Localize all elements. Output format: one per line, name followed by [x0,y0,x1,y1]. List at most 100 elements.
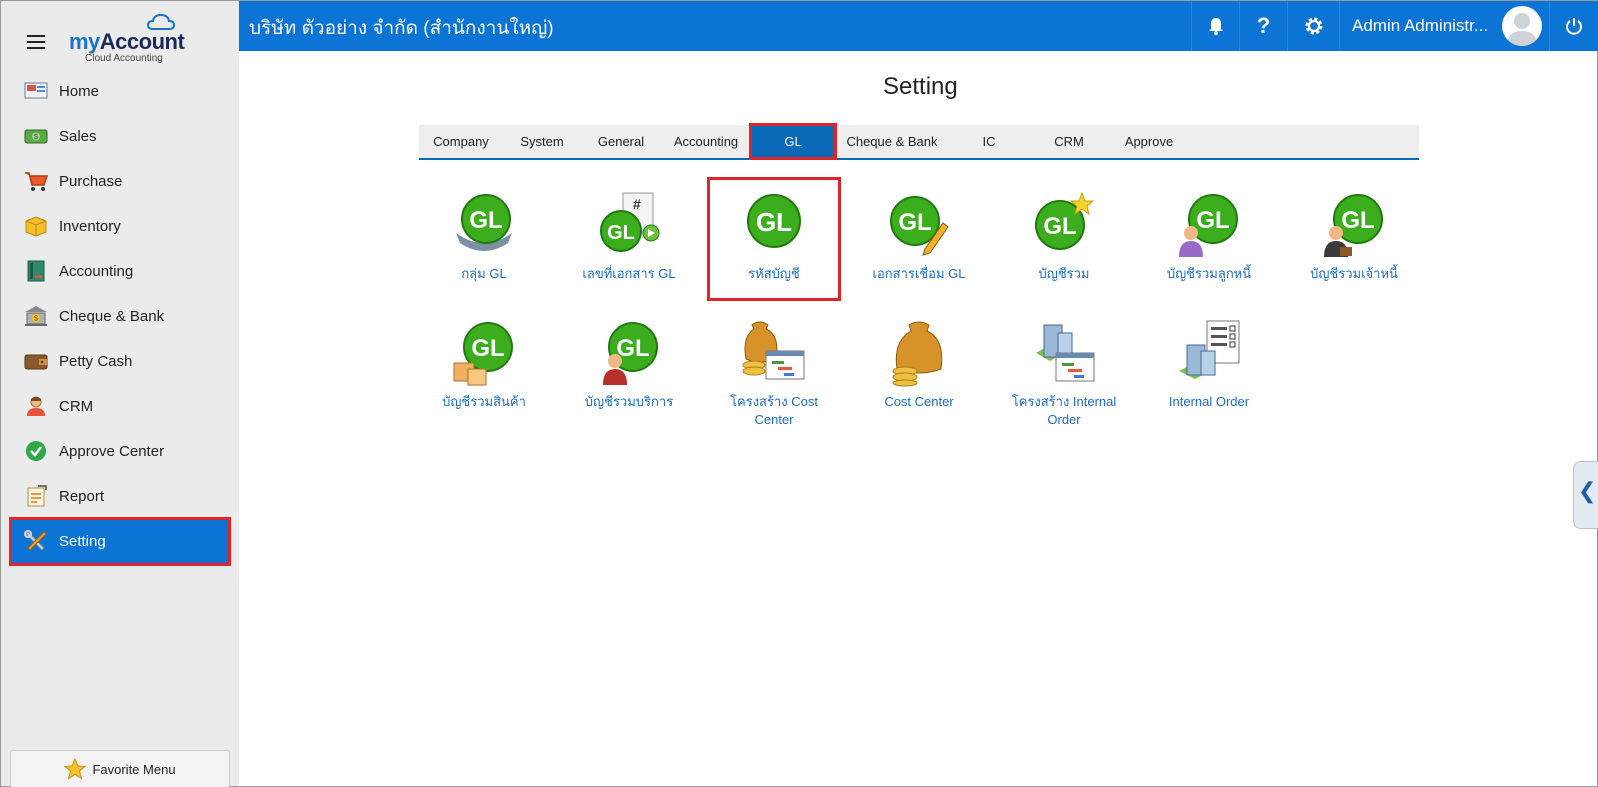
sidebar-item-crm[interactable]: CRM [1,384,239,429]
tile-internal-order-structure[interactable]: โครงสร้าง Internal Order [999,307,1129,429]
help-button[interactable]: ? [1239,1,1287,51]
svg-text:GL: GL [1196,207,1229,234]
sidebar-nav: Home $ Sales Purchase Inventory Accounti… [1,69,239,566]
myaccount-logo[interactable]: myAccount Cloud Accounting [69,13,189,65]
sidebar-item-label: Report [59,488,105,505]
user-name: Admin Administr... [1352,16,1489,35]
cart-icon [25,172,48,191]
logout-button[interactable] [1549,1,1598,51]
svg-text:GL: GL [616,335,649,362]
gl-group-icon: GL [450,191,518,259]
tile-internal-order[interactable]: Internal Order [1144,307,1274,411]
question-mark-icon: ? [1256,13,1271,38]
sidebar-item-approve-center[interactable]: Approve Center [1,429,239,474]
sidebar-item-home[interactable]: Home [1,69,239,114]
cost-center-structure-icon [740,319,808,387]
tile-label: กลุ่ม GL [461,266,507,281]
tile-gl-group[interactable]: GL กลุ่ม GL [419,179,549,283]
gl-control-account-icon: GL [1030,191,1098,259]
sidebar-item-report[interactable]: Report [1,474,239,519]
report-icon [27,485,47,507]
svg-text:$: $ [34,316,38,323]
gl-account-code-icon: GL [740,191,808,259]
gl-link-document-icon: GL [885,191,953,259]
sidebar-item-sales[interactable]: $ Sales [1,114,239,159]
sidebar-item-setting[interactable]: Setting [9,517,231,566]
brand-area: myAccount Cloud Accounting [1,1,239,71]
svg-text:GL: GL [1043,213,1076,240]
sidebar-item-petty-cash[interactable]: Petty Cash [1,339,239,384]
tab-cheque-bank[interactable]: Cheque & Bank [835,125,949,158]
tile-gl-document-number[interactable]: # GL เลขที่เอกสาร GL [564,179,694,283]
tile-cost-center[interactable]: Cost Center [854,307,984,411]
svg-text:GL: GL [756,207,792,237]
sidebar-item-purchase[interactable]: Purchase [1,159,239,204]
check-circle-icon [26,441,46,461]
svg-text:GL: GL [1341,207,1374,234]
tab-approve[interactable]: Approve [1109,125,1189,158]
tile-label: Cost Center [884,394,954,409]
favorite-menu-button[interactable]: Favorite Menu [10,750,230,787]
top-header: บริษัท ตัวอย่าง จำกัด (สำนักงานใหญ่) ? A… [239,1,1598,51]
people-icon [27,396,45,416]
sidebar-item-label: Setting [59,533,106,550]
sidebar-item-label: Purchase [59,173,123,190]
gl-document-number-icon: # GL [595,191,663,259]
tile-gl-account-code[interactable]: GL รหัสบัญชี [707,177,841,301]
tile-cost-center-structure[interactable]: โครงสร้าง Cost Center [709,307,839,429]
tab-accounting[interactable]: Accounting [661,125,751,158]
sales-icon: $ [24,129,48,144]
gl-inventory-account-icon: GL [450,319,518,387]
star-icon [64,758,87,780]
gl-debtor-account-icon: GL [1175,191,1243,259]
favorite-menu-label: Favorite Menu [92,761,176,777]
tile-gl-link-document[interactable]: GL เอกสารเชื่อม GL [854,179,984,283]
tile-label: บัญชีรวมบริการ [584,394,674,409]
tab-company[interactable]: Company [419,125,503,158]
tile-gl-service-account[interactable]: GL บัญชีรวมบริการ [564,307,694,411]
sidebar-item-label: Accounting [59,263,134,280]
gear-icon [1305,17,1322,35]
cost-center-icon [885,319,953,387]
tab-crm[interactable]: CRM [1029,125,1109,158]
tab-general[interactable]: General [581,125,661,158]
avatar[interactable] [1502,6,1542,46]
sidebar-item-label: Home [59,83,100,100]
sidebar-item-inventory[interactable]: Inventory [1,204,239,249]
tile-gl-creditor-account[interactable]: GL บัญชีรวมเจ้าหนี้ [1289,179,1419,283]
tile-gl-debtor-account[interactable]: GL บัญชีรวมลูกหนี้ [1144,179,1274,283]
chevron-left-icon: ❮ [1578,478,1597,503]
settings-button[interactable] [1287,1,1339,51]
sidebar-item-label: Approve Center [59,443,165,460]
collapse-panel-button[interactable]: ❮ [1573,461,1598,529]
sidebar-item-label: Inventory [59,218,121,235]
box-icon [25,216,47,237]
sidebar-item-accounting[interactable]: Accounting [1,249,239,294]
notification-button[interactable] [1191,1,1239,51]
tile-label: บัญชีรวมสินค้า [442,394,526,409]
book-icon [27,260,45,282]
tile-label: รหัสบัญชี [748,266,800,281]
tile-label: บัญชีรวมเจ้าหนี้ [1310,266,1398,281]
tile-gl-inventory-account[interactable]: GL บัญชีรวมสินค้า [419,307,549,411]
tab-gl[interactable]: GL [749,123,837,160]
internal-order-structure-icon [1030,319,1098,387]
logo-wordmark: myAccount [69,29,185,54]
gl-service-account-icon: GL [595,319,663,387]
tile-label: เลขที่เอกสาร GL [582,266,676,281]
page-title: Setting [883,73,958,100]
logo-tagline: Cloud Accounting [85,53,163,64]
wallet-icon [24,354,48,370]
user-menu[interactable]: Admin Administr... [1339,1,1549,51]
sidebar-item-label: Cheque & Bank [59,308,165,325]
settings-tabs: Company System General Accounting GL Che… [419,123,1419,160]
tab-ic[interactable]: IC [949,125,1029,158]
tab-system[interactable]: System [503,125,581,158]
svg-text:GL: GL [471,335,504,362]
hamburger-menu-icon[interactable] [27,35,45,49]
company-name[interactable]: บริษัท ตัวอย่าง จำกัด (สำนักงานใหญ่) [249,13,554,43]
sidebar-item-cheque-bank[interactable]: $ Cheque & Bank [1,294,239,339]
svg-text:$: $ [34,134,38,141]
bell-icon [1208,18,1223,35]
tile-gl-control-account[interactable]: GL บัญชีรวม [999,179,1129,283]
